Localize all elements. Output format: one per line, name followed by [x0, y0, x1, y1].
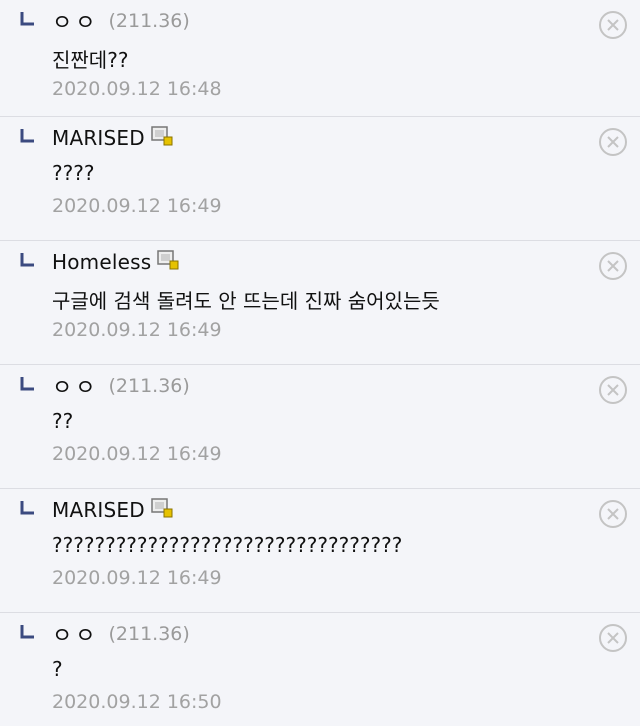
- delete-circle-x-icon[interactable]: [598, 251, 628, 281]
- comment-date: 2020.09.12 16:49: [52, 443, 222, 465]
- comment-text: 진짠데??: [52, 48, 129, 72]
- reply-arrow-icon: [20, 129, 34, 143]
- comment-date: 2020.09.12 16:49: [52, 195, 222, 217]
- comment-text: ?: [52, 657, 63, 681]
- gallog-member-icon[interactable]: [151, 498, 173, 518]
- comment-header: ㅇㅇ (211.36): [52, 4, 190, 38]
- comment-nickname[interactable]: MARISED: [52, 498, 145, 522]
- comment-ip: (211.36): [108, 375, 190, 397]
- comment-item: MARISED ???? 2020.09.12 16:49: [0, 117, 640, 241]
- comment-item: ㅇㅇ (211.36) ?? 2020.09.12 16:49: [0, 365, 640, 489]
- delete-circle-x-icon[interactable]: [598, 10, 628, 40]
- reply-arrow-icon: [20, 253, 34, 267]
- comment-item: Homeless 구글에 검색 돌려도 안 뜨는데 진짜 숨어있는듯 2020.…: [0, 241, 640, 365]
- comment-header: ㅇㅇ (211.36): [52, 617, 190, 651]
- comment-list: ㅇㅇ (211.36) 진짠데?? 2020.09.12 16:48 MARIS…: [0, 0, 640, 726]
- comment-header: Homeless: [52, 245, 179, 279]
- comment-ip: (211.36): [108, 10, 190, 32]
- comment-item: MARISED ????????????????????????????????…: [0, 489, 640, 613]
- comment-ip: (211.36): [108, 623, 190, 645]
- reply-arrow-icon: [20, 625, 34, 639]
- delete-circle-x-icon[interactable]: [598, 499, 628, 529]
- comment-date: 2020.09.12 16:49: [52, 567, 222, 589]
- comment-text: 구글에 검색 돌려도 안 뜨는데 진짜 숨어있는듯: [52, 289, 440, 313]
- delete-circle-x-icon[interactable]: [598, 127, 628, 157]
- comment-item: ㅇㅇ (211.36) ? 2020.09.12 16:50: [0, 613, 640, 726]
- delete-circle-x-icon[interactable]: [598, 623, 628, 653]
- comment-date: 2020.09.12 16:49: [52, 319, 222, 341]
- comment-header: MARISED: [52, 493, 173, 527]
- comment-text: ??: [52, 409, 74, 433]
- comment-nickname[interactable]: ㅇㅇ: [52, 5, 98, 37]
- comment-nickname[interactable]: MARISED: [52, 126, 145, 150]
- reply-arrow-icon: [20, 12, 34, 26]
- comment-date: 2020.09.12 16:48: [52, 78, 222, 100]
- comment-nickname[interactable]: ㅇㅇ: [52, 618, 98, 650]
- comment-header: ㅇㅇ (211.36): [52, 369, 190, 403]
- comment-text: ?????????????????????????????????: [52, 533, 403, 557]
- gallog-member-icon[interactable]: [151, 126, 173, 146]
- comment-nickname[interactable]: ㅇㅇ: [52, 370, 98, 402]
- comment-nickname[interactable]: Homeless: [52, 250, 151, 274]
- comment-header: MARISED: [52, 121, 173, 155]
- gallog-member-icon[interactable]: [157, 250, 179, 270]
- comment-text: ????: [52, 161, 95, 185]
- reply-arrow-icon: [20, 501, 34, 515]
- delete-circle-x-icon[interactable]: [598, 375, 628, 405]
- comment-date: 2020.09.12 16:50: [52, 691, 222, 713]
- comment-item: ㅇㅇ (211.36) 진짠데?? 2020.09.12 16:48: [0, 0, 640, 117]
- reply-arrow-icon: [20, 377, 34, 391]
